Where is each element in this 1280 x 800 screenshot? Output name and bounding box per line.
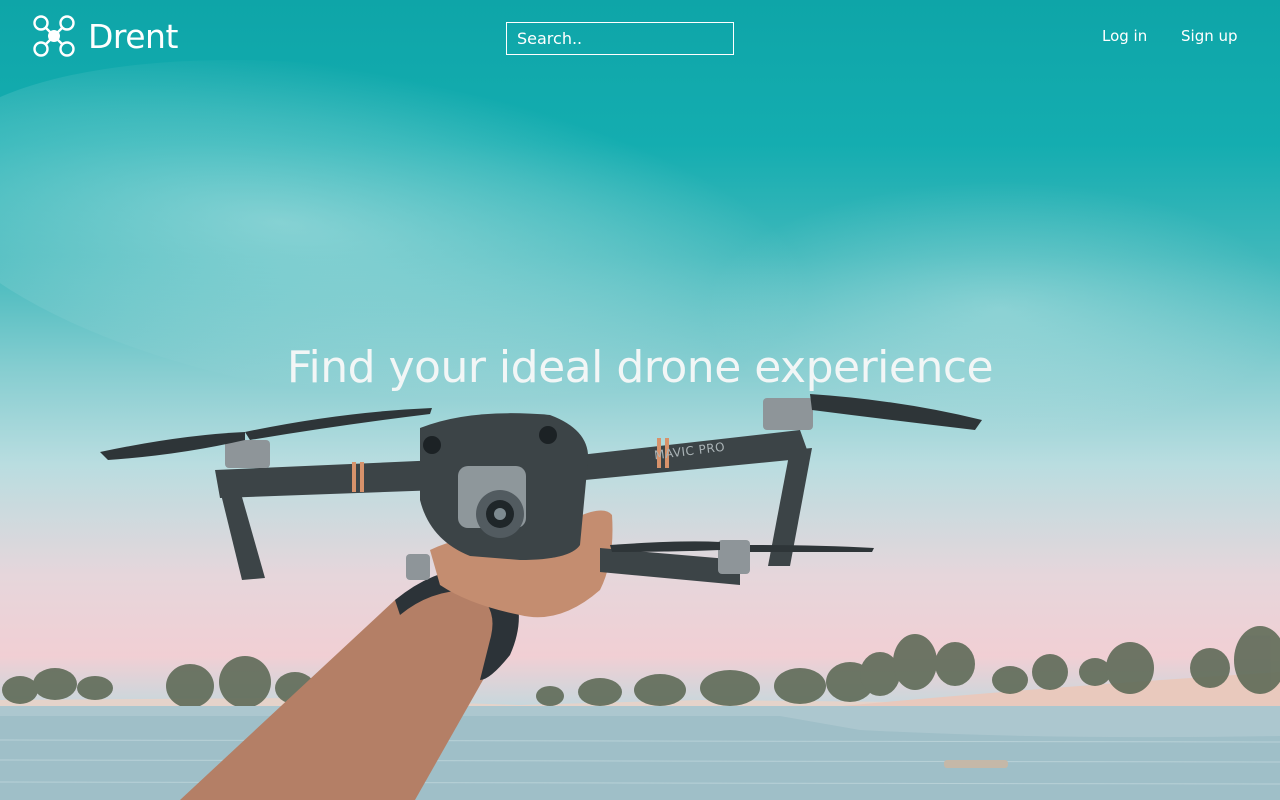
hero-title: Find your ideal drone experience [286,342,994,393]
top-navigation: Drent Log in Sign up [0,0,1280,76]
search-input[interactable] [506,22,734,55]
brand-home-link[interactable]: Drent [32,14,178,58]
login-link[interactable]: Log in [1102,27,1147,45]
landing-page: MAVIC PRO Drent Search.. Log in Sign up … [0,0,1280,800]
signup-link[interactable]: Sign up [1181,27,1238,45]
brand-name: Drent [88,16,178,56]
hero-background-image [0,394,1280,800]
drone-logo-icon [32,14,76,58]
